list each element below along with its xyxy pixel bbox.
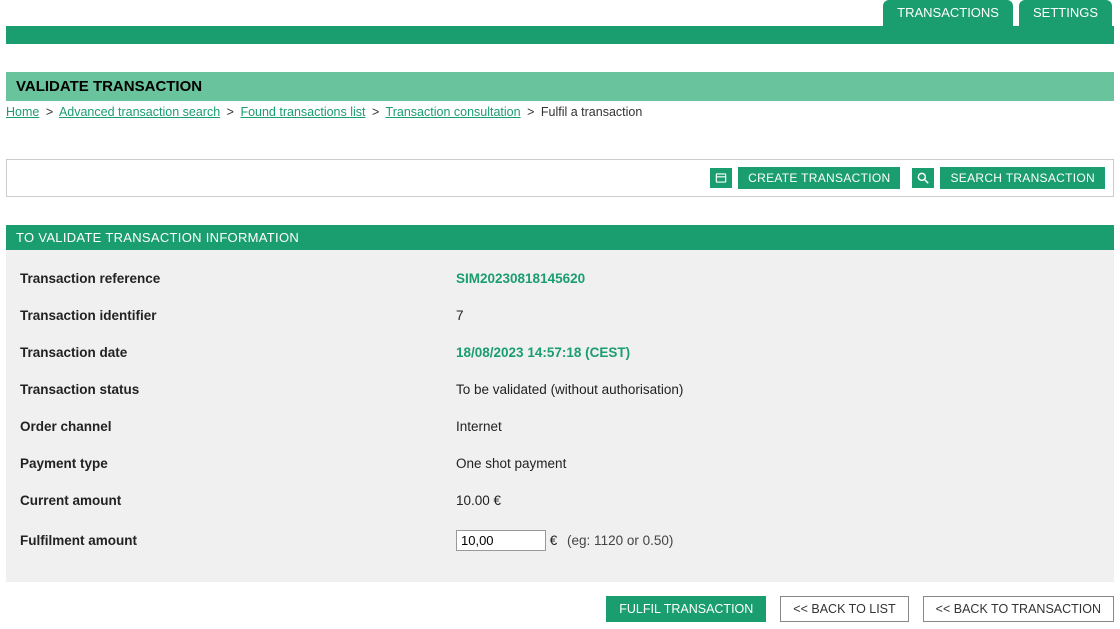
breadcrumb: Home > Advanced transaction search > Fou… (6, 105, 1114, 119)
label-reference: Transaction reference (16, 271, 456, 286)
actions-row: FULFIL TRANSACTION << BACK TO LIST << BA… (6, 596, 1114, 622)
label-current-amount: Current amount (16, 493, 456, 508)
search-transaction-button[interactable]: SEARCH TRANSACTION (912, 167, 1105, 189)
breadcrumb-sep: > (46, 105, 53, 119)
row-channel: Order channel Internet (16, 408, 1104, 445)
value-channel: Internet (456, 419, 502, 434)
currency-label: € (550, 533, 558, 548)
search-transaction-label: SEARCH TRANSACTION (940, 167, 1105, 189)
transaction-info-panel: Transaction reference SIM20230818145620 … (6, 250, 1114, 582)
value-status: To be validated (without authorisation) (456, 382, 683, 397)
back-to-transaction-button[interactable]: << BACK TO TRANSACTION (923, 596, 1114, 622)
row-reference: Transaction reference SIM20230818145620 (16, 260, 1104, 297)
label-fulfilment-amount: Fulfilment amount (16, 533, 456, 548)
breadcrumb-sep: > (527, 105, 534, 119)
search-icon (912, 168, 934, 188)
label-payment-type: Payment type (16, 456, 456, 471)
breadcrumb-found-list[interactable]: Found transactions list (240, 105, 365, 119)
row-identifier: Transaction identifier 7 (16, 297, 1104, 334)
breadcrumb-sep: > (227, 105, 234, 119)
label-date: Transaction date (16, 345, 456, 360)
amount-hint: (eg: 1120 or 0.50) (567, 533, 673, 548)
toolbar: CREATE TRANSACTION SEARCH TRANSACTION (6, 159, 1114, 197)
breadcrumb-advanced-search[interactable]: Advanced transaction search (59, 105, 220, 119)
label-identifier: Transaction identifier (16, 308, 456, 323)
breadcrumb-sep: > (372, 105, 379, 119)
row-date: Transaction date 18/08/2023 14:57:18 (CE… (16, 334, 1104, 371)
value-date: 18/08/2023 14:57:18 (CEST) (456, 345, 630, 360)
header-green-bar (6, 26, 1114, 44)
tab-settings[interactable]: SETTINGS (1019, 0, 1112, 26)
page-title: VALIDATE TRANSACTION (6, 72, 1114, 101)
breadcrumb-current: Fulfil a transaction (541, 105, 642, 119)
fulfilment-amount-input[interactable] (456, 530, 546, 551)
fulfil-transaction-button[interactable]: FULFIL TRANSACTION (606, 596, 766, 622)
label-channel: Order channel (16, 419, 456, 434)
value-payment-type: One shot payment (456, 456, 566, 471)
value-reference: SIM20230818145620 (456, 271, 585, 286)
breadcrumb-home[interactable]: Home (6, 105, 39, 119)
back-to-list-button[interactable]: << BACK TO LIST (780, 596, 908, 622)
tab-transactions[interactable]: TRANSACTIONS (883, 0, 1013, 26)
section-header: TO VALIDATE TRANSACTION INFORMATION (6, 225, 1114, 250)
row-payment-type: Payment type One shot payment (16, 445, 1104, 482)
row-status: Transaction status To be validated (with… (16, 371, 1104, 408)
breadcrumb-consultation[interactable]: Transaction consultation (386, 105, 521, 119)
value-current-amount: 10.00 € (456, 493, 501, 508)
create-transaction-label: CREATE TRANSACTION (738, 167, 900, 189)
create-transaction-button[interactable]: CREATE TRANSACTION (710, 167, 900, 189)
value-fulfilment-amount: € (eg: 1120 or 0.50) (456, 530, 673, 551)
label-status: Transaction status (16, 382, 456, 397)
create-transaction-icon (710, 168, 732, 188)
row-current-amount: Current amount 10.00 € (16, 482, 1104, 519)
row-fulfilment-amount: Fulfilment amount € (eg: 1120 or 0.50) (16, 519, 1104, 562)
value-identifier: 7 (456, 308, 464, 323)
